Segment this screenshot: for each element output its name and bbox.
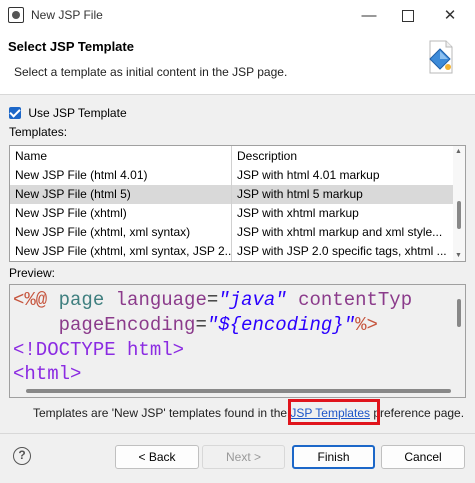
table-row[interactable]: New JSP File (xhtml) JSP with xhtml mark… — [10, 204, 455, 223]
template-name: New JSP File (html 4.01) — [10, 166, 232, 185]
code-token: pageEncoding — [58, 314, 196, 336]
button-bar-separator — [0, 433, 475, 434]
finish-button[interactable]: Finish — [292, 445, 375, 469]
code-token: = — [206, 289, 219, 311]
table-row[interactable]: New JSP File (xhtml, xml syntax) JSP wit… — [10, 223, 455, 242]
code-token: page — [58, 289, 105, 311]
template-name: New JSP File (xhtml, xml syntax) — [10, 223, 232, 242]
code-line-4: <html> — [13, 363, 82, 385]
annotation-highlight-box — [288, 399, 380, 425]
use-template-label: Use JSP Template — [28, 105, 127, 120]
jsp-wizard-icon — [429, 40, 453, 74]
code-token: contentTyp — [298, 289, 413, 311]
template-description: JSP with html 5 markup — [237, 187, 363, 201]
page-description: Select a template as initial content in … — [14, 65, 288, 79]
templates-scrollbar[interactable]: ▲ ▼ — [453, 146, 465, 261]
use-template-checkbox[interactable] — [9, 106, 21, 119]
code-token: "java" — [218, 289, 287, 311]
templates-table[interactable]: Name Description New JSP File (html 4.01… — [9, 145, 466, 262]
template-description: JSP with html 4.01 markup — [237, 168, 380, 182]
code-token: ${encoding} — [218, 314, 344, 336]
minimize-button[interactable]: — — [349, 0, 389, 31]
next-button[interactable]: Next > — [202, 445, 285, 469]
window-title: New JSP File — [31, 8, 103, 22]
use-template-checkbox-row[interactable]: Use JSP Template — [9, 105, 127, 120]
column-header-description[interactable]: Description — [232, 146, 454, 166]
scroll-up-arrow-icon[interactable]: ▲ — [455, 148, 462, 155]
template-name: New JSP File (html 5) — [10, 185, 232, 204]
template-name: New JSP File (xhtml) — [10, 204, 232, 223]
column-header-name[interactable]: Name — [10, 146, 232, 166]
code-token: language — [115, 289, 207, 311]
scroll-down-arrow-icon[interactable]: ▼ — [455, 252, 462, 259]
template-description: JSP with xhtml markup — [237, 206, 359, 220]
table-row-selected[interactable]: New JSP File (html 5) JSP with html 5 ma… — [10, 185, 455, 204]
template-name: New JSP File (xhtml, xml syntax, JSP 2..… — [10, 242, 232, 261]
page-title: Select JSP Template — [8, 39, 134, 54]
cancel-button[interactable]: Cancel — [381, 445, 465, 469]
preview-vertical-scrollbar[interactable] — [453, 285, 465, 385]
back-button[interactable]: < Back — [115, 445, 199, 469]
code-token: " — [206, 314, 219, 336]
code-line-1: <%@ page language="java" contentTyp — [13, 289, 412, 311]
close-button[interactable]: ✕ — [430, 0, 470, 31]
code-token: <%@ — [13, 289, 48, 311]
template-description: JSP with xhtml markup and xml style... — [237, 225, 443, 239]
code-token: %> — [355, 314, 378, 336]
maximize-button[interactable] — [388, 0, 428, 31]
footer-note-text-before: Templates are 'New JSP' templates found … — [33, 406, 291, 420]
code-token: = — [195, 314, 207, 336]
help-icon[interactable]: ? — [13, 447, 31, 465]
eclipse-app-icon — [8, 7, 24, 23]
preview-label: Preview: — [9, 266, 56, 280]
footer-note-text-after: preference page. — [370, 406, 465, 420]
code-token: " — [343, 314, 356, 336]
templates-footer-note: Templates are 'New JSP' templates found … — [33, 406, 464, 420]
wizard-header: Select JSP Template Select a template as… — [0, 31, 475, 95]
scroll-thumb[interactable] — [457, 201, 461, 229]
maximize-icon — [402, 10, 414, 23]
scroll-thumb[interactable] — [457, 299, 461, 327]
table-row[interactable]: New JSP File (xhtml, xml syntax, JSP 2..… — [10, 242, 455, 261]
preview-horizontal-scroll-thumb[interactable] — [26, 389, 451, 393]
preview-code-pane[interactable]: <%@ page language="java" contentTyp page… — [9, 284, 466, 398]
template-description: JSP with JSP 2.0 specific tags, xhtml ..… — [237, 244, 447, 258]
table-row[interactable]: New JSP File (html 4.01) JSP with html 4… — [10, 166, 455, 185]
code-line-3: <!DOCTYPE html> — [13, 339, 185, 361]
title-bar: New JSP File — ✕ — [0, 0, 475, 32]
templates-label: Templates: — [9, 125, 68, 139]
code-line-2: pageEncoding="${encoding}"%> — [13, 314, 378, 336]
